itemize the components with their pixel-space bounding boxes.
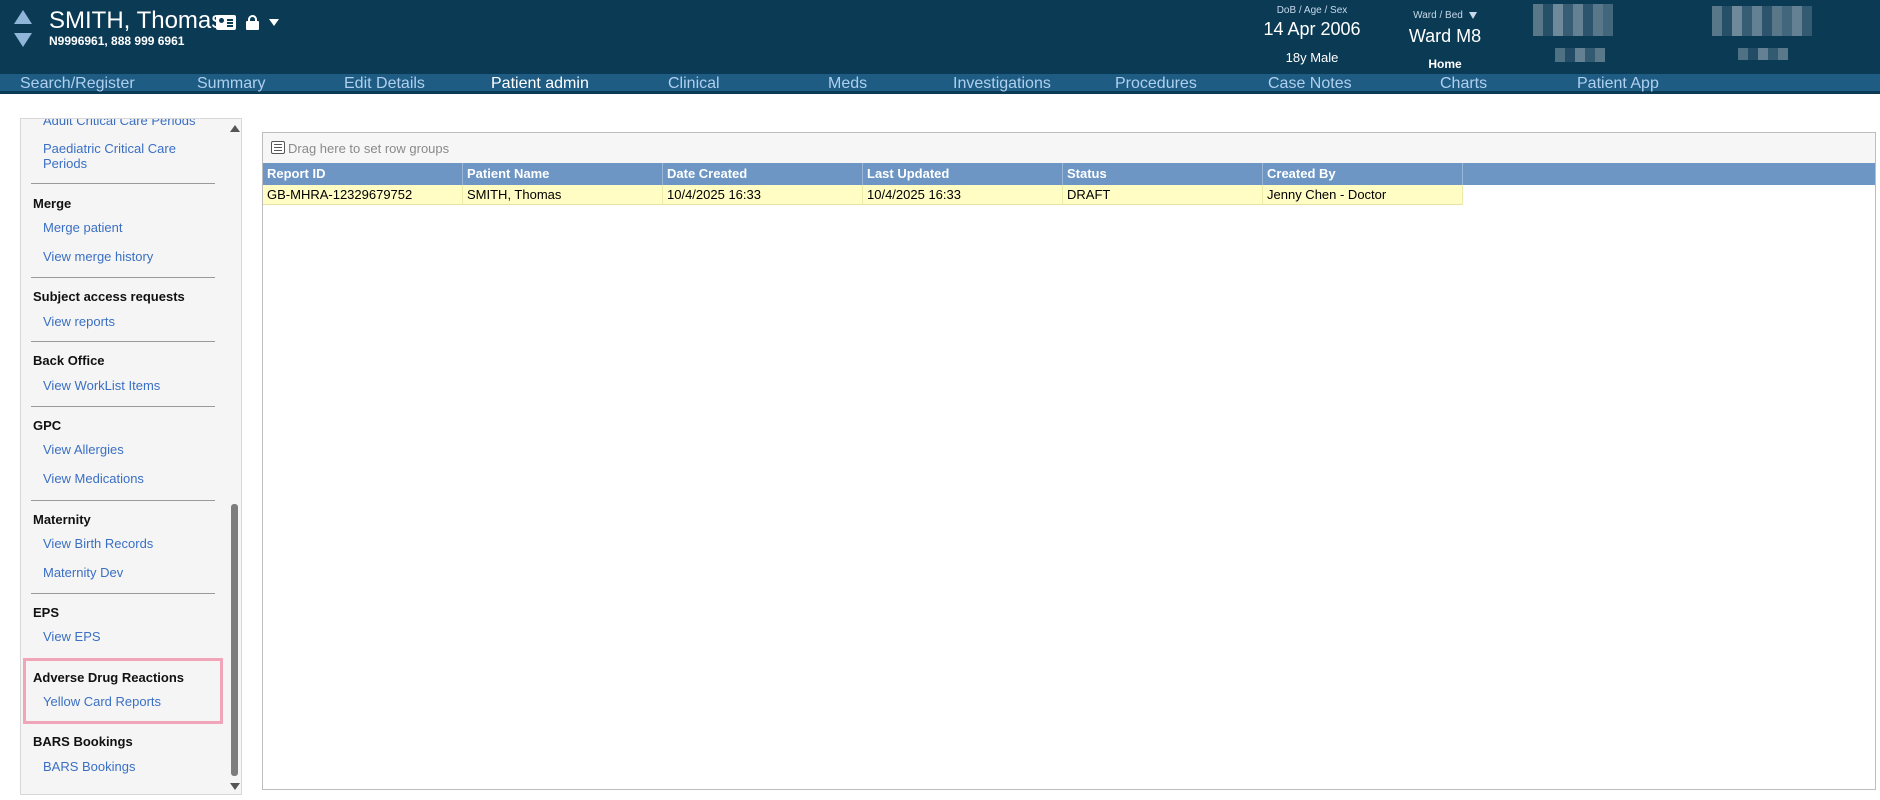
age-sex-value: 18y Male [1285,50,1339,65]
cell-last-updated: 10/4/2025 16:33 [863,185,1063,205]
nav-patient-admin[interactable]: Patient admin [491,74,589,94]
patient-name: SMITH, Thomas [49,7,224,34]
main-nav: Search/Register Summary Edit Details Pat… [0,74,1880,94]
sidebar-divider [31,183,215,184]
grid-header: Report ID Patient Name Date Created Last… [263,163,1875,185]
nav-patient-app[interactable]: Patient App [1577,74,1659,94]
sidebar-heading-subject-access: Subject access requests [33,289,185,304]
sidebar-link-view-reports[interactable]: View reports [43,314,115,329]
sidebar-heading-maternity: Maternity [33,512,91,527]
sidebar-link-yellow-card-reports[interactable]: Yellow Card Reports [43,694,161,709]
sidebar-divider [31,277,215,278]
row-group-hint: Drag here to set row groups [288,141,450,156]
column-header-created-by[interactable]: Created By [1263,163,1463,185]
row-group-icon [271,141,285,154]
lock-icon[interactable] [246,14,259,30]
ward-bed-block[interactable]: Ward / Bed Ward M8 Home [1385,5,1505,71]
patient-name-icons [216,12,279,32]
cell-created-by: Jenny Chen - Doctor [1263,185,1463,205]
redacted-field [1712,6,1812,36]
sidebar-heading-gpc: GPC [33,418,62,433]
cell-status: DRAFT [1063,185,1263,205]
sidebar-heading-merge: Merge [33,196,72,211]
scroll-up-icon[interactable] [230,125,240,132]
sidebar-link-view-birth-records[interactable]: View Birth Records [43,536,153,551]
nav-charts[interactable]: Charts [1440,74,1487,94]
nav-meds[interactable]: Meds [828,74,867,94]
sidebar-scrollbar[interactable] [227,119,241,794]
cell-patient-name: SMITH, Thomas [463,185,663,205]
sidebar-link-view-eps[interactable]: View EPS [43,629,101,644]
cell-report-id: GB-MHRA-12329679752 [263,185,463,205]
column-header-date-created[interactable]: Date Created [663,163,863,185]
ward-location: Home [1428,57,1462,71]
nav-search-register[interactable]: Search/Register [20,74,135,94]
patient-nav-arrows [12,8,32,50]
dob-value: 14 Apr 2006 [1263,19,1361,39]
column-header-last-updated[interactable]: Last Updated [863,163,1063,185]
sidebar-heading-adverse-drug-reactions: Adverse Drug Reactions [33,670,184,685]
sidebar-link-adult-critical-care[interactable]: Adult Critical Care Periods [43,119,195,128]
ward-dropdown-icon[interactable] [1468,12,1477,19]
scroll-thumb[interactable] [231,504,238,776]
redacted-field [1738,48,1788,60]
redacted-field [1533,4,1613,36]
dob-age-sex-block: DoB / Age / Sex 14 Apr 2006 18y Male [1252,5,1372,65]
column-header-patient-name[interactable]: Patient Name [463,163,663,185]
row-group-drop-zone[interactable]: Drag here to set row groups [263,133,1875,163]
sidebar-link-view-merge-history[interactable]: View merge history [43,249,153,264]
table-row[interactable]: GB-MHRA-12329679752 SMITH, Thomas 10/4/2… [263,185,1463,205]
nav-clinical[interactable]: Clinical [668,74,720,94]
redacted-field [1555,48,1605,62]
cell-date-created: 10/4/2025 16:33 [663,185,863,205]
nav-investigations[interactable]: Investigations [953,74,1051,94]
ward-label-row[interactable]: Ward / Bed [1413,10,1477,21]
dob-label: DoB / Age / Sex [1276,5,1348,16]
nav-procedures[interactable]: Procedures [1115,74,1197,94]
sidebar-divider [31,593,215,594]
patient-banner: SMITH, Thomas N9996961, 888 999 6961 DoB… [0,0,1880,74]
ward-label: Ward / Bed [1413,10,1463,21]
sidebar-link-paediatric-critical-care[interactable]: Paediatric Critical Care Periods [43,141,203,171]
sidebar-divider [31,500,215,501]
patient-identifiers: N9996961, 888 999 6961 [49,34,185,48]
sidebar-heading-eps: EPS [33,605,60,620]
yellow-card-reports-grid: Drag here to set row groups Report ID Pa… [262,132,1876,790]
patient-admin-sidebar: Adult Critical Care Periods Paediatric C… [20,118,242,795]
sidebar-heading-back-office: Back Office [33,353,105,368]
sidebar-link-bars-bookings[interactable]: BARS Bookings [43,759,136,774]
sidebar-link-view-worklist[interactable]: View WorkList Items [43,378,160,393]
nav-case-notes[interactable]: Case Notes [1268,74,1352,94]
sidebar-divider [31,341,215,342]
nav-summary[interactable]: Summary [197,74,265,94]
previous-patient-arrow-icon[interactable] [14,10,32,24]
highlight-box [23,658,223,724]
sidebar-link-merge-patient[interactable]: Merge patient [43,220,123,235]
sidebar-link-view-allergies[interactable]: View Allergies [43,442,124,457]
nav-edit-details[interactable]: Edit Details [344,74,425,94]
sidebar-link-maternity-dev[interactable]: Maternity Dev [43,565,123,580]
ward-value: Ward M8 [1408,26,1482,46]
sidebar-link-view-medications[interactable]: View Medications [43,471,144,486]
column-header-report-id[interactable]: Report ID [263,163,463,185]
chevron-down-icon[interactable] [269,18,279,26]
sidebar-heading-bars-bookings: BARS Bookings [33,734,133,749]
sidebar-divider [31,406,215,407]
next-patient-arrow-icon[interactable] [14,33,32,47]
id-card-icon[interactable] [216,14,236,30]
column-header-status[interactable]: Status [1063,163,1263,185]
scroll-down-icon[interactable] [230,783,240,790]
